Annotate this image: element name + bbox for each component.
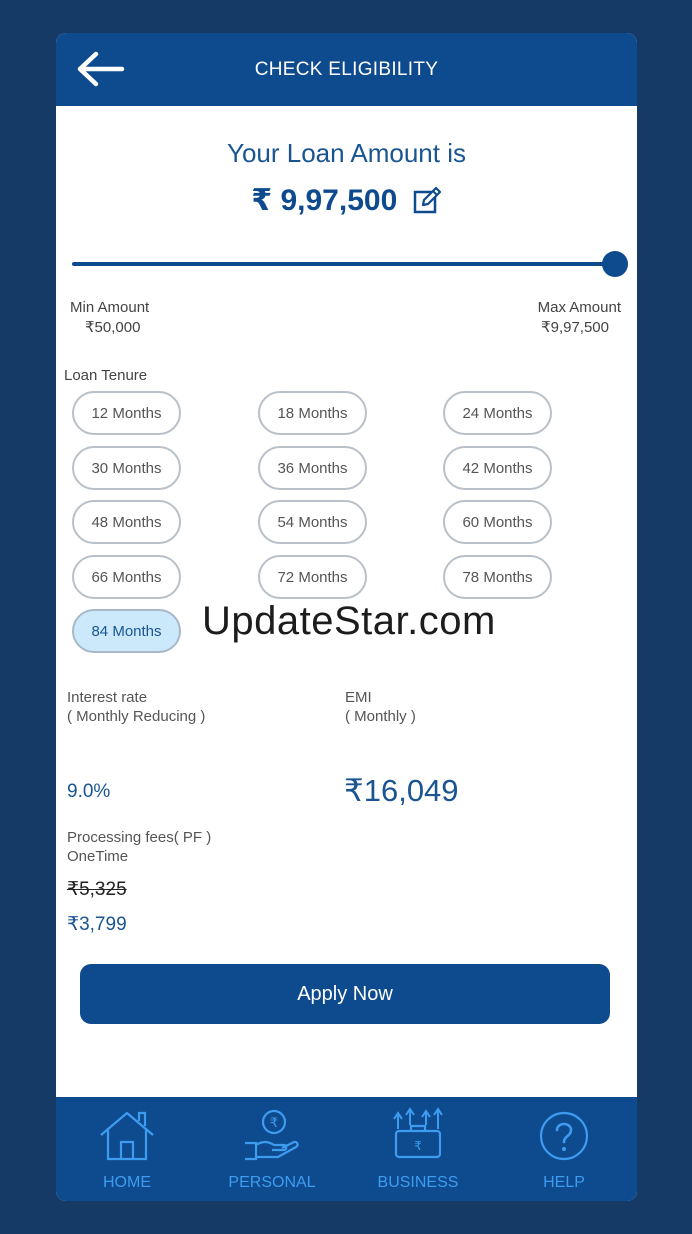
slider-thumb[interactable] <box>602 251 628 277</box>
tenure-chip[interactable]: 42 Months <box>443 446 552 490</box>
nav-help-label: HELP <box>543 1174 585 1191</box>
briefcase-growth-icon: ₹ <box>393 1107 443 1159</box>
page-title: CHECK ELIGIBILITY <box>254 59 439 80</box>
emi-label: EMI ( Monthly ) <box>345 688 416 726</box>
tenure-chip[interactable]: 24 Months <box>443 391 552 435</box>
tenure-chip[interactable]: 12 Months <box>72 391 181 435</box>
nav-business-label: BUSINESS <box>377 1174 459 1191</box>
processing-fee-label: Processing fees( PF ) OneTime <box>67 828 211 866</box>
max-amount-label: Max Amount <box>537 299 621 316</box>
loan-amount-value: ₹ 9,97,500 <box>251 184 398 217</box>
bottom-navigation: HOME ₹ PERSONAL ₹ BUSINESS HELP <box>56 1097 637 1201</box>
interest-rate-subtitle: ( Monthly Reducing ) <box>67 708 206 725</box>
processing-fee-original: ₹5,325 <box>67 879 127 900</box>
tenure-chip[interactable]: 18 Months <box>258 391 367 435</box>
tenure-chip[interactable]: 36 Months <box>258 446 367 490</box>
processing-fee-title: Processing fees( PF ) <box>67 829 212 846</box>
interest-rate-label: Interest rate ( Monthly Reducing ) <box>67 688 205 726</box>
min-amount: Min Amount ₹50,000 <box>70 299 149 336</box>
app-screen: CHECK ELIGIBILITY Your Loan Amount is ₹ … <box>56 33 637 1201</box>
emi-title: EMI <box>345 689 372 706</box>
nav-personal-label: PERSONAL <box>228 1174 316 1191</box>
apply-now-button[interactable]: Apply Now <box>80 964 610 1024</box>
max-amount-value: ₹9,97,500 <box>541 319 609 336</box>
nav-personal[interactable]: ₹ PERSONAL <box>212 1097 332 1201</box>
edit-amount-button[interactable] <box>412 186 442 216</box>
tenure-chip[interactable]: 66 Months <box>72 555 181 599</box>
loan-amount-heading: Your Loan Amount is <box>227 138 466 168</box>
interest-rate-title: Interest rate <box>67 689 148 706</box>
nav-business[interactable]: ₹ BUSINESS <box>358 1097 478 1201</box>
tenure-chip[interactable]: 48 Months <box>72 500 181 544</box>
edit-icon <box>413 186 441 213</box>
min-amount-label: Min Amount <box>70 299 150 316</box>
nav-help[interactable]: HELP <box>504 1097 624 1201</box>
watermark: UpdateStar.com <box>202 599 496 643</box>
tenure-chip[interactable]: 72 Months <box>258 555 367 599</box>
interest-rate-value: 9.0% <box>67 781 111 802</box>
nav-home-label: HOME <box>103 1174 151 1191</box>
top-app-bar: CHECK ELIGIBILITY <box>56 33 637 106</box>
slider-track <box>72 262 615 266</box>
tenure-chip[interactable]: 78 Months <box>443 555 552 599</box>
tenure-chip[interactable]: 30 Months <box>72 446 181 490</box>
hand-rupee-icon: ₹ <box>245 1109 299 1161</box>
emi-value: ₹16,049 <box>344 773 459 808</box>
tenure-chip[interactable]: 60 Months <box>443 500 552 544</box>
loan-tenure-label: Loan Tenure <box>64 367 148 384</box>
min-amount-value: ₹50,000 <box>85 319 141 336</box>
emi-subtitle: ( Monthly ) <box>345 708 416 725</box>
home-icon <box>100 1111 154 1161</box>
processing-fee-discounted: ₹3,799 <box>67 914 127 935</box>
nav-home[interactable]: HOME <box>67 1097 187 1201</box>
svg-text:₹: ₹ <box>270 1116 278 1131</box>
help-icon <box>539 1111 589 1161</box>
processing-fee-subtitle: OneTime <box>67 848 129 865</box>
loan-amount-slider[interactable] <box>72 249 628 279</box>
tenure-chip[interactable]: 54 Months <box>258 500 367 544</box>
tenure-chip[interactable]: 84 Months <box>72 609 181 653</box>
svg-text:₹: ₹ <box>414 1139 422 1153</box>
max-amount: Max Amount ₹9,97,500 <box>538 299 621 336</box>
loan-amount-row: ₹ 9,97,500 <box>56 183 637 218</box>
